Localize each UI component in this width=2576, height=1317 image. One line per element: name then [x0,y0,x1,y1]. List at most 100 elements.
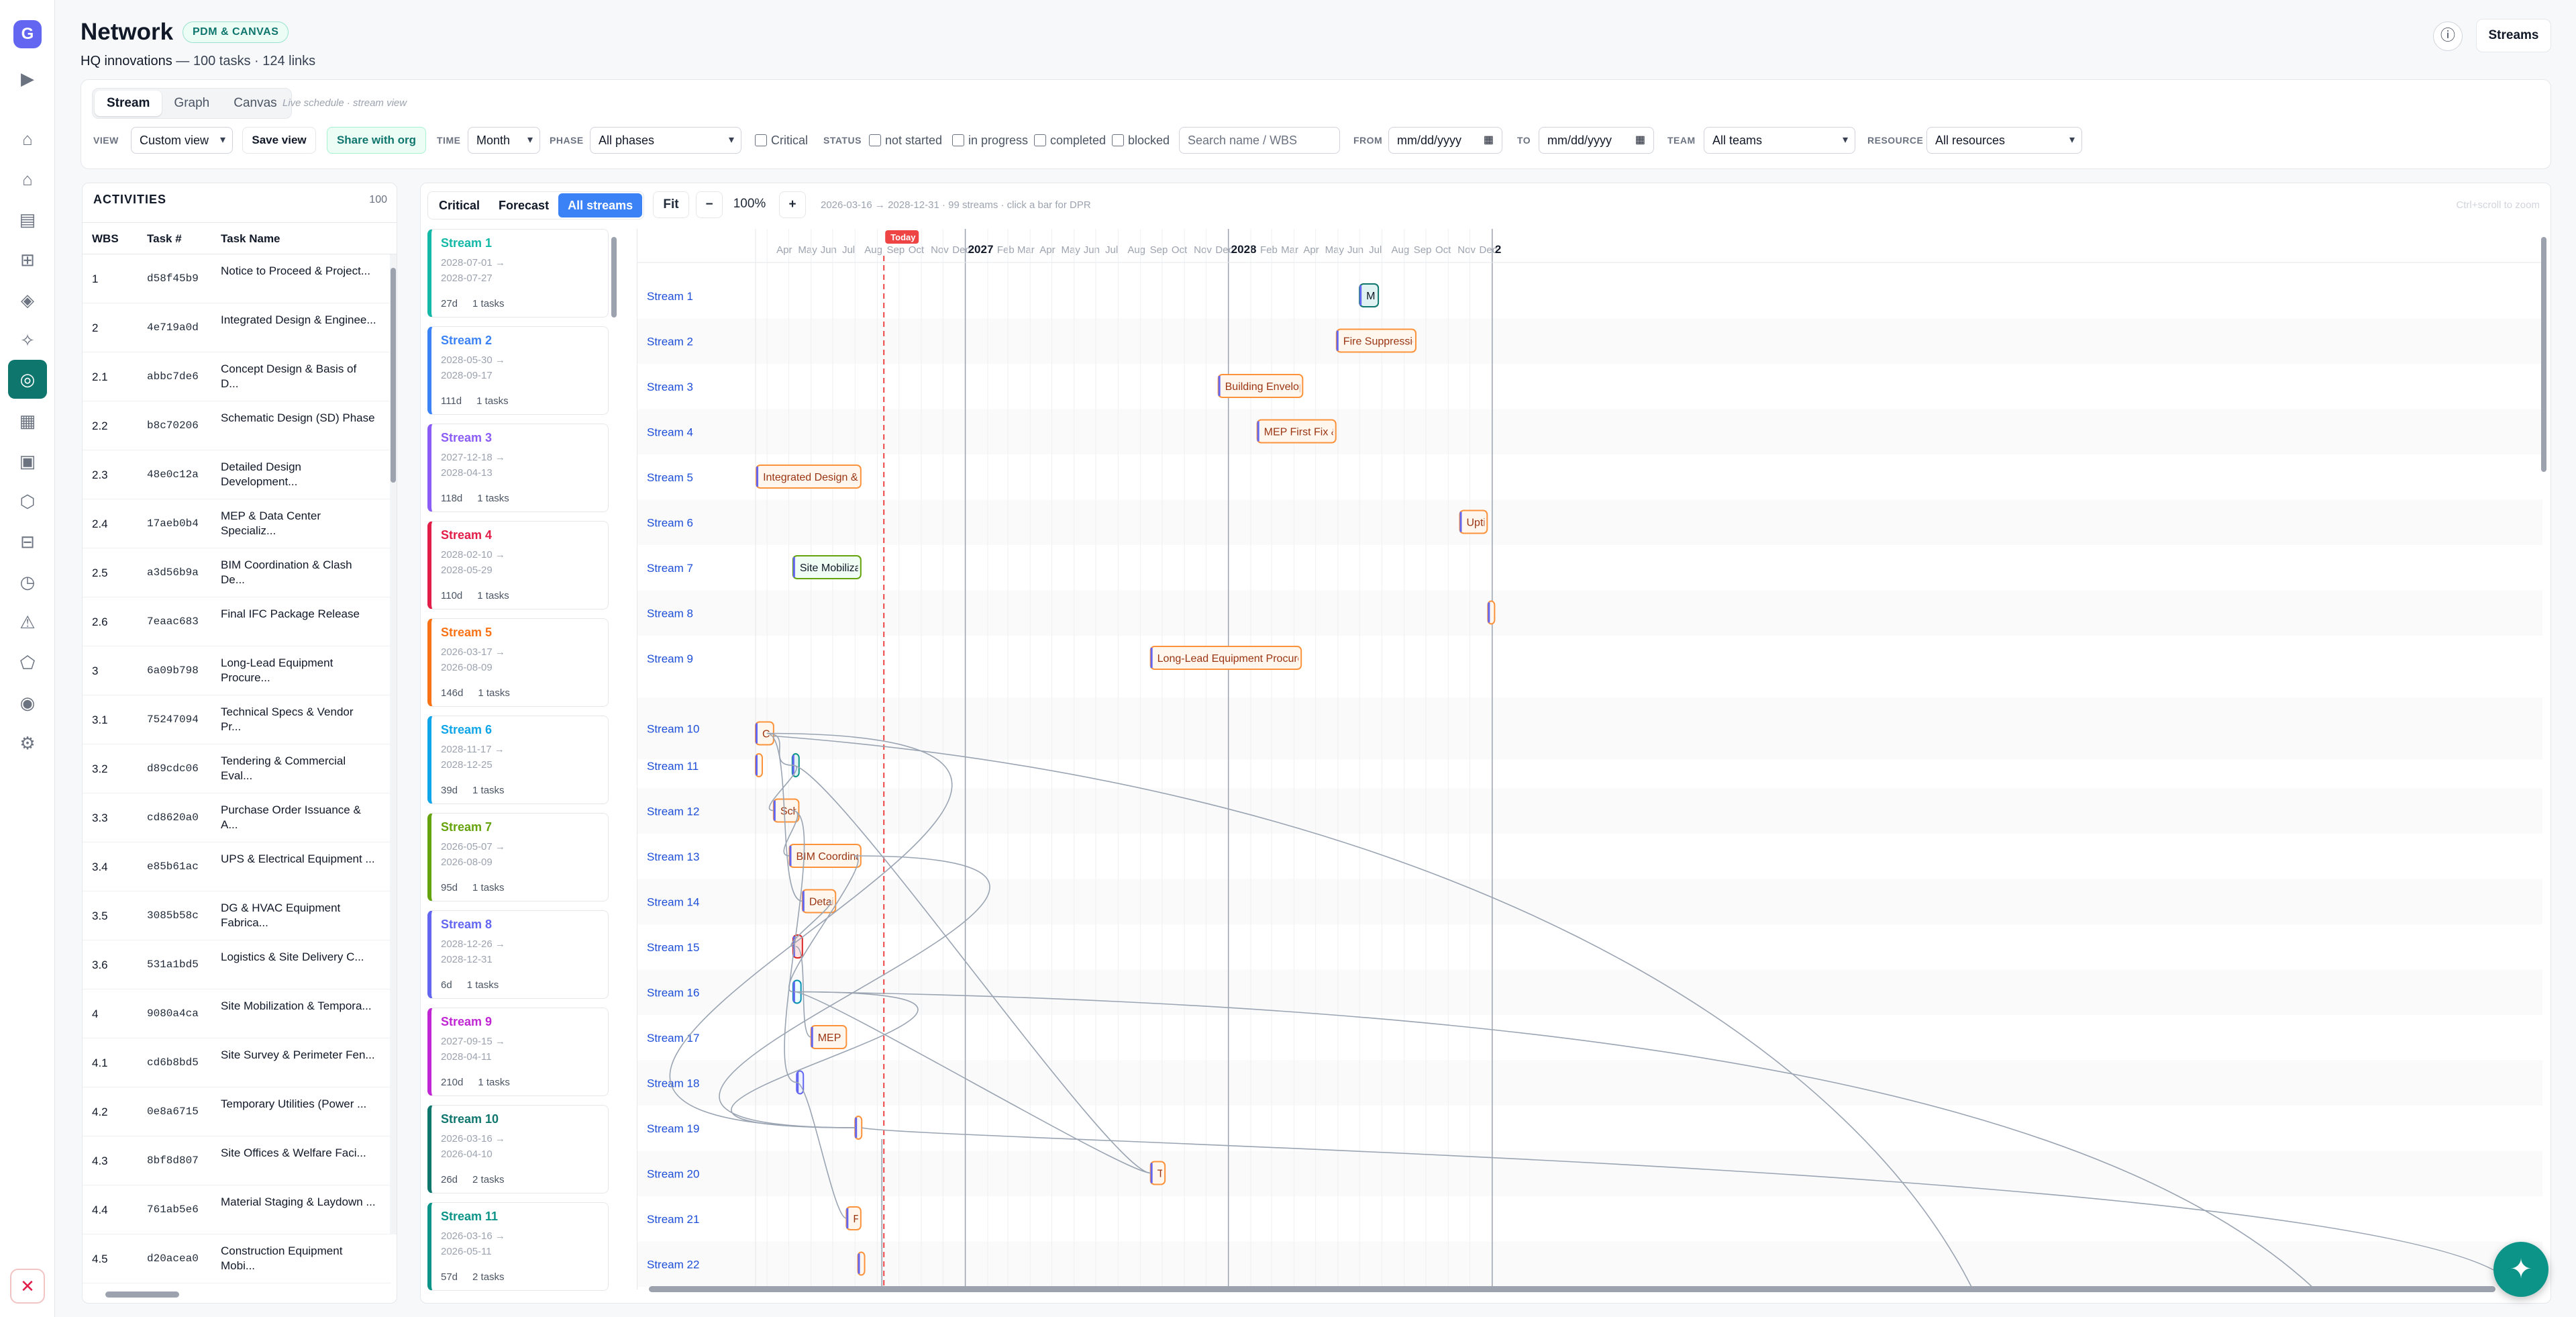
time-select[interactable]: Month [468,127,540,154]
stream-row-label[interactable]: Stream 3 [647,381,693,393]
view-select[interactable]: Custom view [131,127,233,154]
stream-row-label[interactable]: Stream 1 [647,290,693,303]
house-icon[interactable]: ⌂ [13,165,42,193]
app-logo-icon[interactable]: G [13,20,42,48]
gear-icon[interactable]: ⚙ [13,729,42,757]
table-row[interactable]: 3.4 e85b61ac UPS & Electrical Equipment ..… [83,842,391,891]
table-row[interactable]: 2.3 48e0c12a Detailed Design Development..… [83,450,391,499]
square-icon[interactable]: ▣ [13,447,42,475]
table-row[interactable]: 4.3 8bf8d807 Site Offices & Welfare Faci..… [83,1136,391,1185]
grid-icon[interactable]: ⊞ [13,246,42,274]
stream-card[interactable]: Stream 11 2026-03-16 → 2026-05-11 57d 2 task… [427,1202,609,1291]
gantt-bar[interactable]: Building Envelope & Waterproofing [1217,374,1392,398]
table-row[interactable]: 3.1 75247094 Technical Specs & Vendor Pr..… [83,695,391,744]
from-date-input[interactable]: mm/dd/yyyy ▦ [1388,127,1502,154]
play-icon[interactable]: ▶ [13,64,42,93]
gantt-bar[interactable]: Integrated Design & Engineering (Civil/M… [756,465,993,489]
table-row[interactable]: 2.5 a3d56b9a BIM Coordination & Clash De..… [83,548,391,597]
gantt-bar[interactable]: Final [845,1206,876,1230]
to-date-input[interactable]: mm/dd/yyyy ▦ [1539,127,1654,154]
search-input[interactable]: Search name / WBS [1179,127,1340,154]
table-row[interactable]: 4.4 761ab5e6 Material Staging & Laydown ..… [83,1185,391,1234]
tab-canvas[interactable]: Canvas [221,91,289,116]
col-task-number[interactable]: Task # [147,232,182,246]
stream-row-label[interactable]: Stream 13 [647,850,699,863]
phase-select[interactable]: All phases [590,127,741,154]
target-icon[interactable]: ◈ [13,286,42,314]
table-row[interactable]: 2.1 abbc7de6 Concept Design & Basis of D..… [83,352,391,401]
stream-card[interactable]: Stream 10 2026-03-16 → 2026-04-10 26d 2 task… [427,1105,609,1193]
gantt-bar[interactable]: Long-Lead Equipment Procurement (UPS, DG… [1149,646,1417,670]
zoom-in-button[interactable]: + [779,191,806,218]
stream-row-label[interactable]: Stream 10 [647,723,699,736]
status-in-progress[interactable]: in progress [952,134,1028,148]
stream-row-label[interactable]: Stream 20 [647,1167,699,1180]
table-row[interactable]: 2.2 b8c70206 Schematic Design (SD) Phase [83,401,391,450]
table-row[interactable]: 1 d58f45b9 Notice to Proceed & Project... [83,254,391,303]
pentagon-icon[interactable]: ⬠ [13,648,42,677]
stream-card[interactable]: Stream 9 2027-09-15 → 2028-04-11 210d 1 task… [427,1008,609,1096]
record-icon[interactable]: ◉ [13,689,42,717]
stream-card[interactable]: Stream 5 2026-03-17 → 2026-08-09 146d 1 task… [427,618,609,707]
col-wbs[interactable]: WBS [92,232,119,246]
table-row[interactable]: 3.3 cd8620a0 Purchase Order Issuance & A..… [83,793,391,842]
mode-forecast[interactable]: Forecast [489,193,558,217]
stream-row-label[interactable]: Stream 16 [647,986,699,999]
stream-row-label[interactable]: Stream 12 [647,805,699,818]
stream-row-label[interactable]: Stream 6 [647,516,693,529]
gantt-bar[interactable]: MEP & Data Ce [810,1025,894,1049]
home-icon[interactable]: ⌂ [13,125,42,153]
table-row[interactable]: 2.6 7eaac683 Final IFC Package Release [83,597,391,646]
table-row[interactable]: 3 6a09b798 Long-Lead Equipment Procure... [83,646,391,695]
stream-card[interactable]: Stream 3 2027-12-18 → 2028-04-13 118d 1 task… [427,424,609,512]
gantt-bar[interactable]: Mechar [1359,283,1402,307]
stream-row-label[interactable]: Stream 11 [647,760,699,773]
assistant-fab-icon[interactable]: ✦ [2493,1242,2548,1297]
zoom-out-button[interactable]: − [696,191,723,218]
stream-row-label[interactable]: Stream 5 [647,471,693,484]
stream-row-label[interactable]: Stream 15 [647,941,699,954]
table-row[interactable]: 2 4e719a0d Integrated Design & Enginee... [83,303,391,352]
gantt-hscroll[interactable] [637,1284,2536,1294]
table-row[interactable]: 4.2 0e8a6715 Temporary Utilities (Power ..… [83,1087,391,1136]
status-completed[interactable]: completed [1034,134,1106,148]
gantt-chart[interactable]: Stream 1 Stream 2 Stream 3 Stream 4 Stream 5… [637,229,2542,1289]
stream-row-label[interactable]: Stream 8 [647,607,693,620]
activities-hscroll[interactable] [96,1289,384,1299]
share-button[interactable]: Share with org [327,127,426,154]
clock-icon[interactable]: ◷ [13,568,42,596]
document-icon[interactable]: ▤ [13,205,42,234]
team-select[interactable]: All teams [1704,127,1855,154]
mode-critical[interactable]: Critical [429,193,489,217]
stream-card[interactable]: Stream 1 2028-07-01 → 2028-07-27 27d 1 tasks [427,229,609,318]
warning-icon[interactable]: ⚠ [13,608,42,636]
table-row[interactable]: 4.1 cd6b8bd5 Site Survey & Perimeter Fen..… [83,1038,391,1087]
col-task-name[interactable]: Task Name [221,232,280,246]
stream-row-label[interactable]: Stream 2 [647,335,693,348]
stream-row-label[interactable]: Stream 22 [647,1258,699,1271]
stream-row-label[interactable]: Stream 19 [647,1122,699,1135]
tab-stream[interactable]: Stream [95,91,162,116]
stream-card[interactable]: Stream 7 2026-05-07 → 2026-08-09 95d 1 tasks [427,813,609,901]
table-row[interactable]: 4.5 d20acea0 Construction Equipment Mobi..… [83,1234,391,1283]
gantt-bar[interactable] [1487,600,1496,625]
stream-row-label[interactable]: Stream 7 [647,562,693,575]
table-row[interactable]: 3.2 d89cdc06 Tendering & Commercial Eval..… [83,744,391,793]
layout-icon[interactable]: ⊟ [13,528,42,556]
status-blocked[interactable]: blocked [1112,134,1170,148]
table-row[interactable]: 3.5 3085b58c DG & HVAC Equipment Fabrica..… [83,891,391,940]
stream-row-label[interactable]: Stream 4 [647,426,693,438]
stream-card[interactable]: Stream 6 2028-11-17 → 2028-12-25 39d 1 tasks [427,716,609,804]
close-icon[interactable]: ✕ [10,1269,45,1304]
sparkle-icon[interactable]: ✧ [13,326,42,354]
gantt-bar[interactable] [755,753,763,777]
stream-card[interactable]: Stream 4 2028-02-10 → 2028-05-29 110d 1 task… [427,521,609,609]
stream-card[interactable]: Stream 8 2028-12-26 → 2028-12-31 6d 1 tasks [427,910,609,999]
critical-checkbox[interactable]: Critical [755,134,808,148]
status-not-started[interactable]: not started [869,134,942,148]
stream-row-label[interactable]: Stream 14 [647,895,699,908]
activities-vscroll[interactable] [390,254,397,1234]
gantt-bar[interactable]: Site Mobilization & Temporary [792,555,941,579]
info-icon[interactable]: ⓘ [2433,21,2463,51]
gantt-bar[interactable] [857,1251,866,1276]
